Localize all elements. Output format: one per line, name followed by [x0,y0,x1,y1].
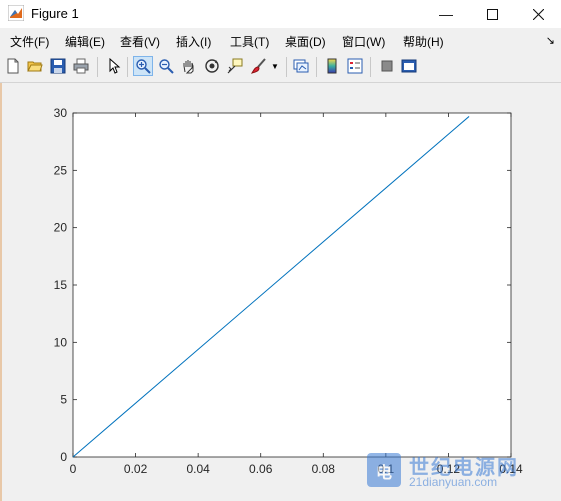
y-tick-label: 0 [60,450,67,464]
y-tick-label: 5 [60,393,67,407]
x-tick-label: 0.02 [124,462,148,476]
x-tick-label: 0.06 [249,462,273,476]
x-tick-label: 0.08 [312,462,336,476]
svg-text:电: 电 [376,463,392,482]
y-tick-label: 30 [54,106,68,120]
x-tick-label: 0 [70,462,77,476]
axes-background [72,112,512,458]
y-tick-label: 10 [54,335,68,349]
y-tick-label: 20 [54,221,68,235]
x-tick-label: 0.04 [186,462,210,476]
watermark: 电 世纪电源网 21dianyuan.com [365,451,555,491]
y-tick-label: 25 [54,163,68,177]
axes-plot[interactable]: 051015202530 00.020.040.060.080.10.120.1… [0,0,561,501]
y-tick-label: 15 [54,278,68,292]
watermark-url: 21dianyuan.com [409,475,498,489]
